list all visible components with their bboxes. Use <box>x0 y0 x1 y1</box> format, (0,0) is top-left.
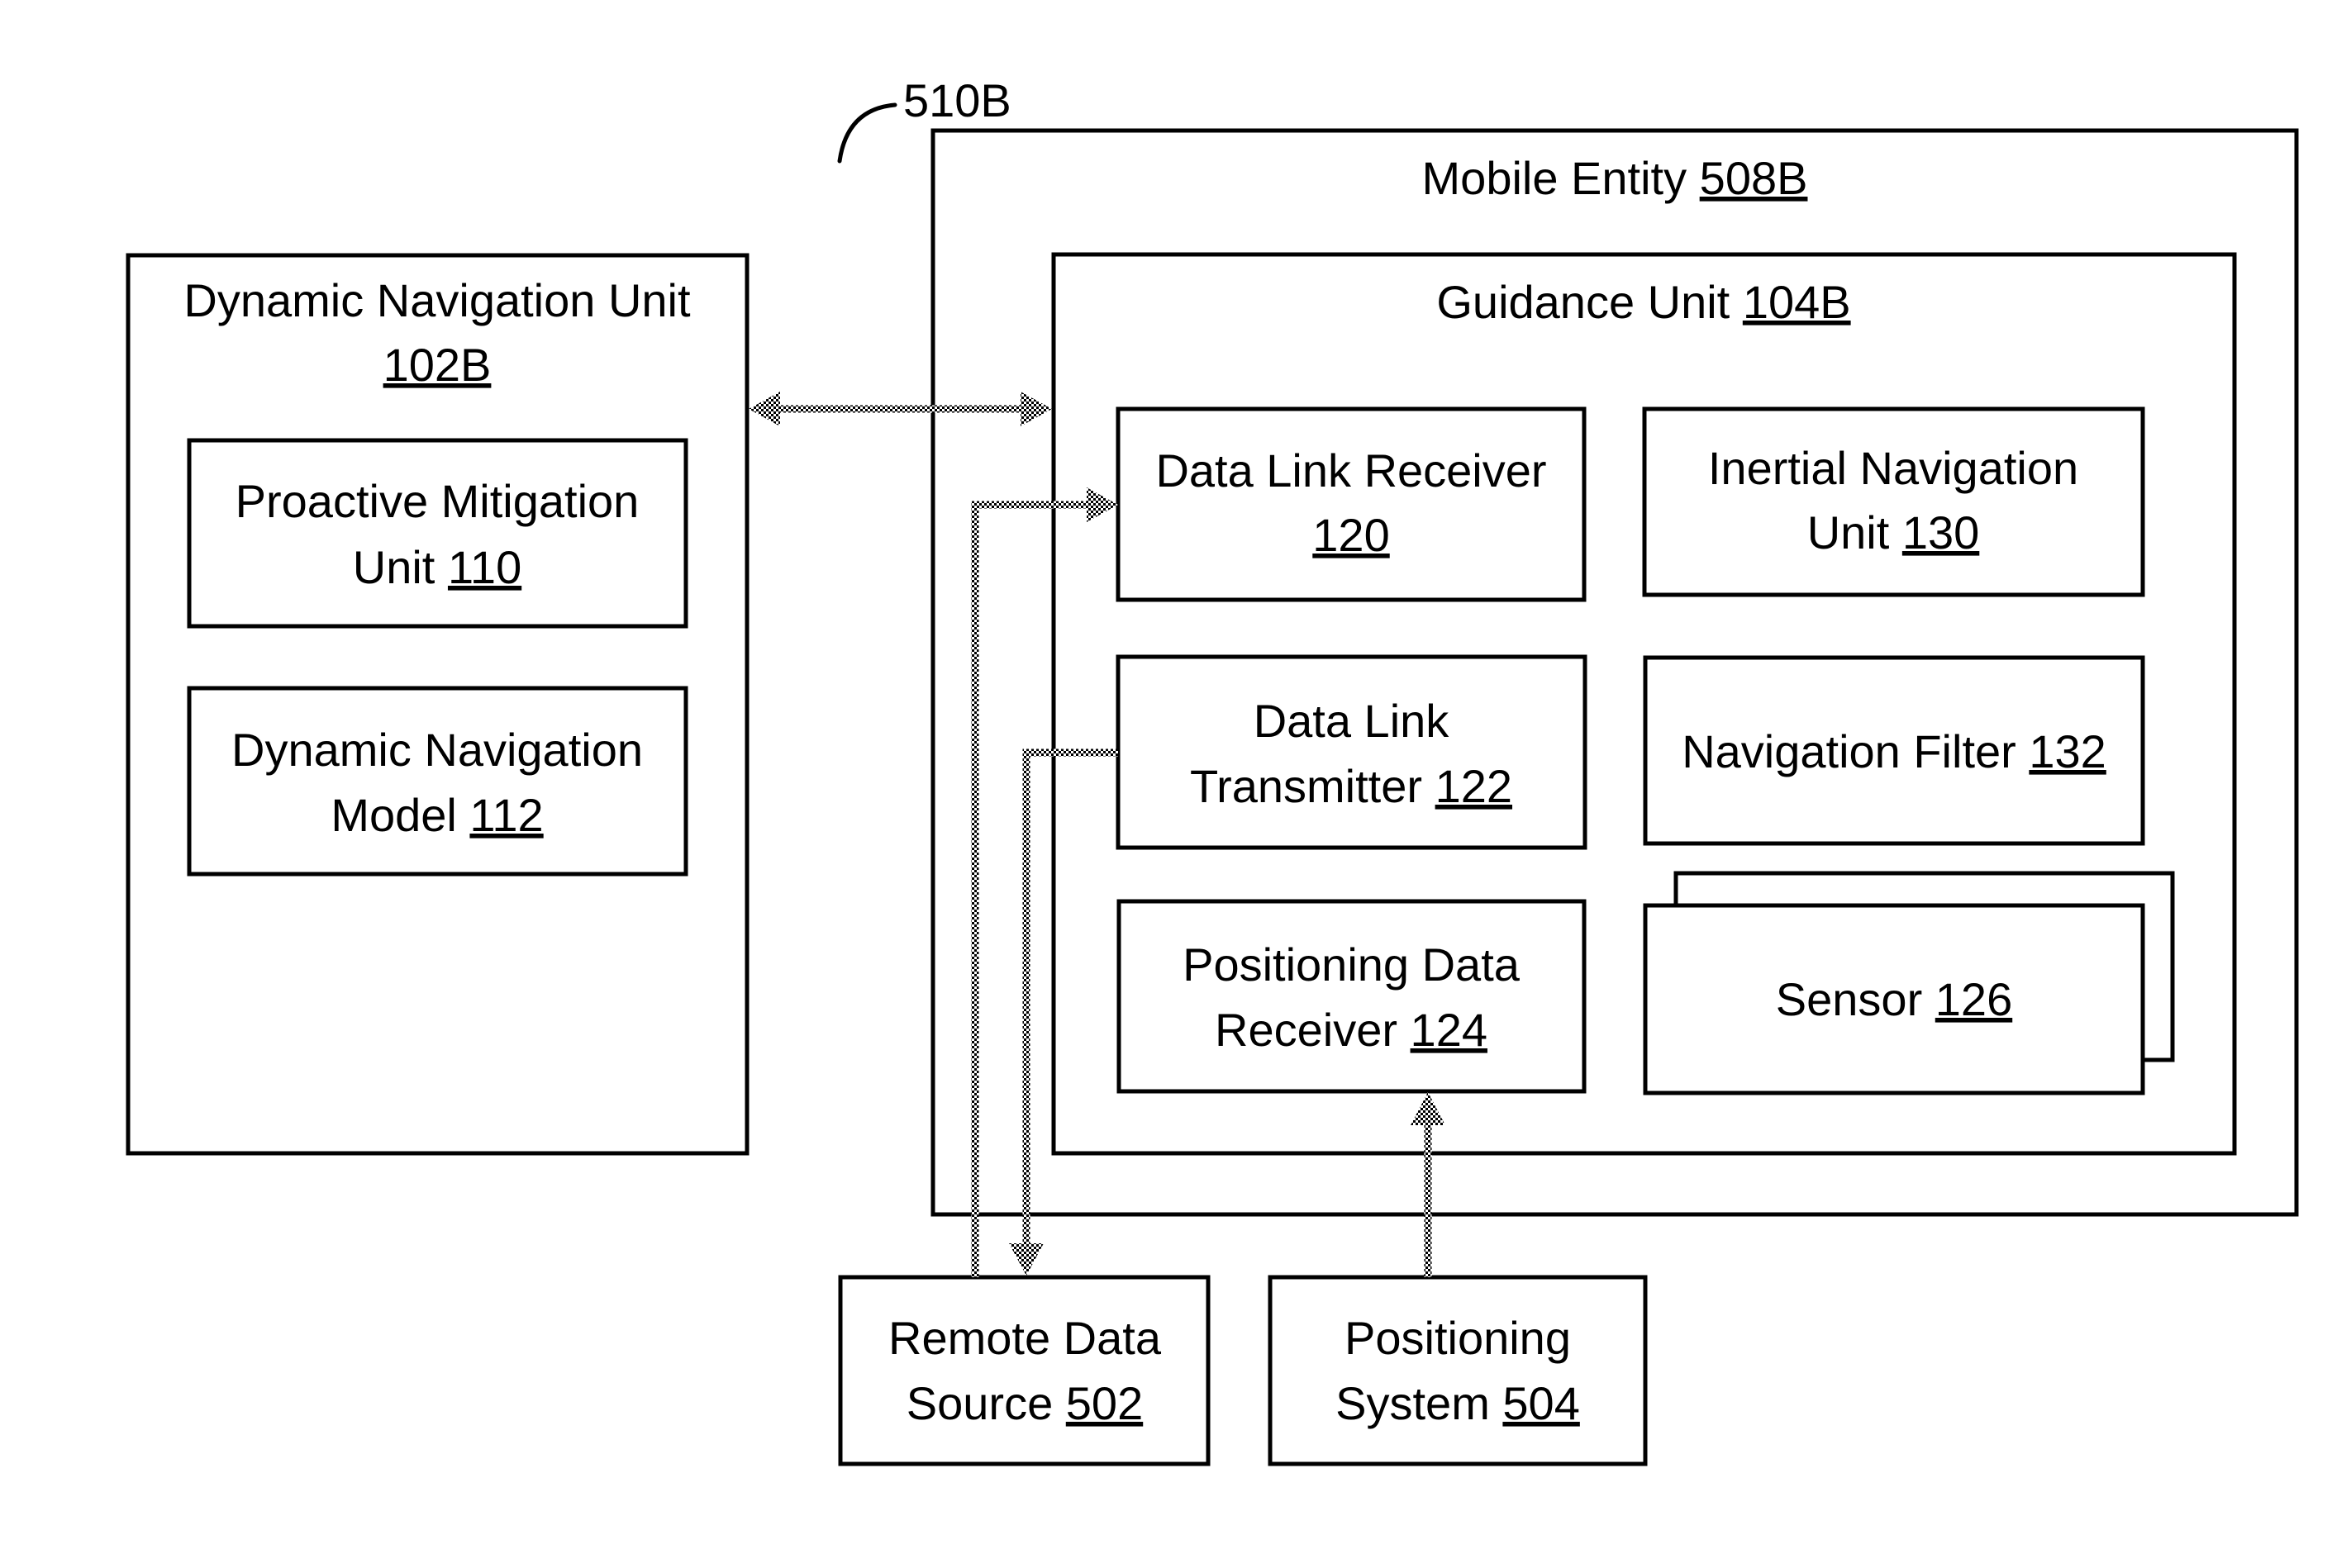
positioning-system-label-line1: Positioning <box>1344 1312 1571 1364</box>
data-link-receiver-ref: 120 <box>1312 509 1389 561</box>
ref-number: 124 <box>1411 1004 1487 1056</box>
dynamic-navigation-model[interactable]: Dynamic Navigation Model 112 <box>187 686 688 877</box>
data-link-receiver[interactable]: Data Link Receiver 120 <box>1116 406 1587 602</box>
proactive-mitigation-unit-box[interactable] <box>187 438 688 629</box>
remote-data-source-box[interactable] <box>838 1275 1211 1466</box>
label-text: Source <box>907 1377 1066 1429</box>
remote-data-source-label-line1: Remote Data <box>888 1312 1162 1364</box>
inertial-navigation-unit-box[interactable] <box>1642 406 2145 597</box>
remote-data-source-label-line2: Source 502 <box>907 1377 1143 1429</box>
inertial-navigation-unit-label-line2: Unit 130 <box>1807 506 1980 558</box>
dynamic-navigation-model-box[interactable] <box>187 686 688 877</box>
dynamic-navigation-unit[interactable]: Dynamic Navigation Unit 102B Proactive M… <box>126 253 750 1156</box>
dynamic-navigation-model-label-line1: Dynamic Navigation <box>231 724 643 776</box>
callout-label: 510B <box>903 74 1011 126</box>
navigation-filter-label: Navigation Filter 132 <box>1682 725 2106 777</box>
ref-number: 126 <box>1935 973 2012 1025</box>
arrowhead-left-icon <box>749 392 780 426</box>
label-text: Model <box>331 789 469 841</box>
sensor-label: Sensor 126 <box>1776 973 2012 1025</box>
ref-number: 132 <box>2029 725 2106 777</box>
label-text: Navigation Filter <box>1682 725 2029 777</box>
dynamic-navigation-unit-title: Dynamic Navigation Unit <box>183 274 691 326</box>
inertial-navigation-unit-label-line1: Inertial Navigation <box>1708 442 2078 494</box>
data-link-receiver-label: Data Link Receiver <box>1155 444 1546 497</box>
sensor-stack[interactable]: Sensor 126 <box>1643 871 2175 1095</box>
label-text: Unit <box>1807 506 1902 558</box>
positioning-system-label-line2: System 504 <box>1335 1377 1580 1429</box>
dynamic-navigation-unit-ref: 102B <box>383 339 492 391</box>
mobile-entity-title: Mobile Entity 508B <box>1422 152 1808 204</box>
mobile-entity[interactable]: Mobile Entity 508B Guidance Unit 104B Da… <box>930 128 2299 1217</box>
label-text: System <box>1335 1377 1502 1429</box>
label-text: Mobile Entity <box>1422 152 1700 204</box>
positioning-data-receiver-label-line2: Receiver 124 <box>1215 1004 1487 1056</box>
dynamic-navigation-model-label-line2: Model 112 <box>331 789 543 841</box>
ref-number: 104B <box>1743 276 1851 328</box>
arrowhead-down-icon <box>1009 1243 1044 1276</box>
guidance-unit-title: Guidance Unit 104B <box>1436 276 1850 328</box>
ref-number: 502 <box>1066 1377 1143 1429</box>
data-link-transmitter-box[interactable] <box>1116 654 1587 850</box>
label-text: Sensor <box>1776 973 1935 1025</box>
proactive-mitigation-unit-label-line1: Proactive Mitigation <box>236 475 640 527</box>
label-text: Unit <box>353 541 448 593</box>
positioning-data-receiver-label-line1: Positioning Data <box>1183 938 1521 991</box>
proactive-mitigation-unit[interactable]: Proactive Mitigation Unit 110 <box>187 438 688 629</box>
label-text: Transmitter <box>1190 760 1435 812</box>
label-text: Receiver <box>1215 1004 1411 1056</box>
ref-number: 110 <box>448 541 521 593</box>
callout-leader-line <box>837 102 897 164</box>
data-link-receiver-box[interactable] <box>1116 406 1587 602</box>
ref-number: 504 <box>1502 1377 1579 1429</box>
guidance-unit[interactable]: Guidance Unit 104B Data Link Receiver 12… <box>1051 252 2237 1156</box>
inertial-navigation-unit[interactable]: Inertial Navigation Unit 130 <box>1642 406 2145 597</box>
remote-data-source[interactable]: Remote Data Source 502 <box>838 1275 1211 1466</box>
data-link-transmitter-label-line2: Transmitter 122 <box>1190 760 1512 812</box>
data-link-transmitter-label-line1: Data Link <box>1254 695 1450 747</box>
navigation-filter[interactable]: Navigation Filter 132 <box>1643 655 2145 846</box>
proactive-mitigation-unit-label-line2: Unit 110 <box>353 541 521 593</box>
positioning-data-receiver-box[interactable] <box>1116 899 1587 1094</box>
label-text: Guidance Unit <box>1436 276 1742 328</box>
positioning-system-box[interactable] <box>1268 1275 1648 1466</box>
positioning-system[interactable]: Positioning System 504 <box>1268 1275 1648 1466</box>
ref-number: 130 <box>1902 506 1979 558</box>
ref-number: 122 <box>1435 760 1512 812</box>
positioning-data-receiver[interactable]: Positioning Data Receiver 124 <box>1116 899 1587 1094</box>
ref-number: 508B <box>1700 152 1808 204</box>
system-diagram: 510B Dynamic Navigation Unit 102B Proact… <box>126 74 2299 1466</box>
data-link-transmitter[interactable]: Data Link Transmitter 122 <box>1116 654 1587 850</box>
ref-number: 112 <box>469 789 543 841</box>
